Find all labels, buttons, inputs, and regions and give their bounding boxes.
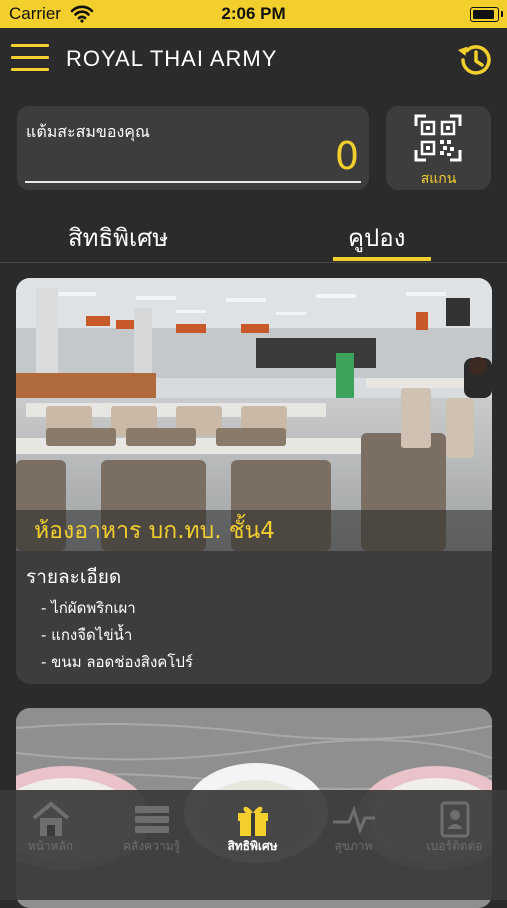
tabbar-item-contacts[interactable]: เบอร์ติดต่อ — [404, 790, 505, 900]
tabbar-label: เบอร์ติดต่อ — [426, 839, 483, 853]
active-tab-indicator — [333, 257, 431, 261]
menu-icon-bar — [11, 44, 49, 47]
tabbar-label: สิทธิพิเศษ — [227, 839, 278, 853]
history-icon[interactable] — [455, 40, 495, 80]
app-title: ROYAL THAI ARMY — [66, 46, 278, 71]
detail-item: - ไก่ผัดพริกเผา — [41, 599, 136, 617]
tabbar-item-health[interactable]: สุขภาพ — [303, 790, 404, 900]
gift-icon — [238, 806, 268, 836]
points-underline — [25, 181, 361, 183]
qr-scan-icon — [414, 114, 462, 162]
menu-icon-bar — [11, 56, 49, 59]
heartbeat-icon — [333, 805, 375, 835]
coupon-title: ห้องอาหาร บก.ทบ. ชั้น4 — [34, 518, 275, 544]
tabbar-label: สุขภาพ — [334, 839, 373, 853]
tabbar-label: หน้าหลัก — [27, 839, 74, 853]
nav-bar: ROYAL THAI ARMY — [0, 28, 507, 92]
scan-button[interactable]: สแกน — [386, 106, 491, 190]
points-card: แต้มสะสมของคุณ 0 — [17, 106, 369, 190]
menu-icon-bar — [11, 68, 49, 71]
menu-button[interactable] — [11, 44, 49, 72]
segment-tabs: สิทธิพิเศษ คูปอง — [0, 212, 507, 263]
detail-item: - ขนม ลอดช่องสิงคโปร์ — [41, 653, 193, 671]
home-icon — [32, 801, 70, 836]
bottom-tab-bar: หน้าหลัก คลังความรู้ สิทธิพิเศษ สุขภาพ เ… — [0, 790, 507, 900]
scan-label: สแกน — [420, 171, 457, 187]
tabbar-item-library[interactable]: คลังความรู้ — [101, 790, 202, 900]
points-label: แต้มสะสมของคุณ — [26, 122, 150, 141]
tab-coupon[interactable]: คูปอง — [348, 218, 405, 257]
coupon-card[interactable]: ห้องอาหาร บก.ทบ. ชั้น4 รายละเอียด - ไก่ผ… — [16, 278, 492, 684]
status-bar: Carrier 2:06 PM — [0, 0, 507, 28]
tabbar-label: คลังความรู้ — [122, 839, 181, 853]
tabbar-item-privilege[interactable]: สิทธิพิเศษ — [202, 790, 303, 900]
library-icon — [135, 806, 169, 833]
tabbar-item-home[interactable]: หน้าหลัก — [0, 790, 101, 900]
points-value: 0 — [334, 134, 359, 178]
detail-heading: รายละเอียด — [26, 566, 122, 588]
tab-privilege[interactable]: สิทธิพิเศษ — [68, 218, 168, 257]
detail-item: - แกงจืดไข่น้ำ — [41, 626, 133, 644]
contacts-icon — [440, 801, 470, 838]
clock: 2:06 PM — [221, 4, 286, 23]
battery-icon — [470, 7, 503, 22]
